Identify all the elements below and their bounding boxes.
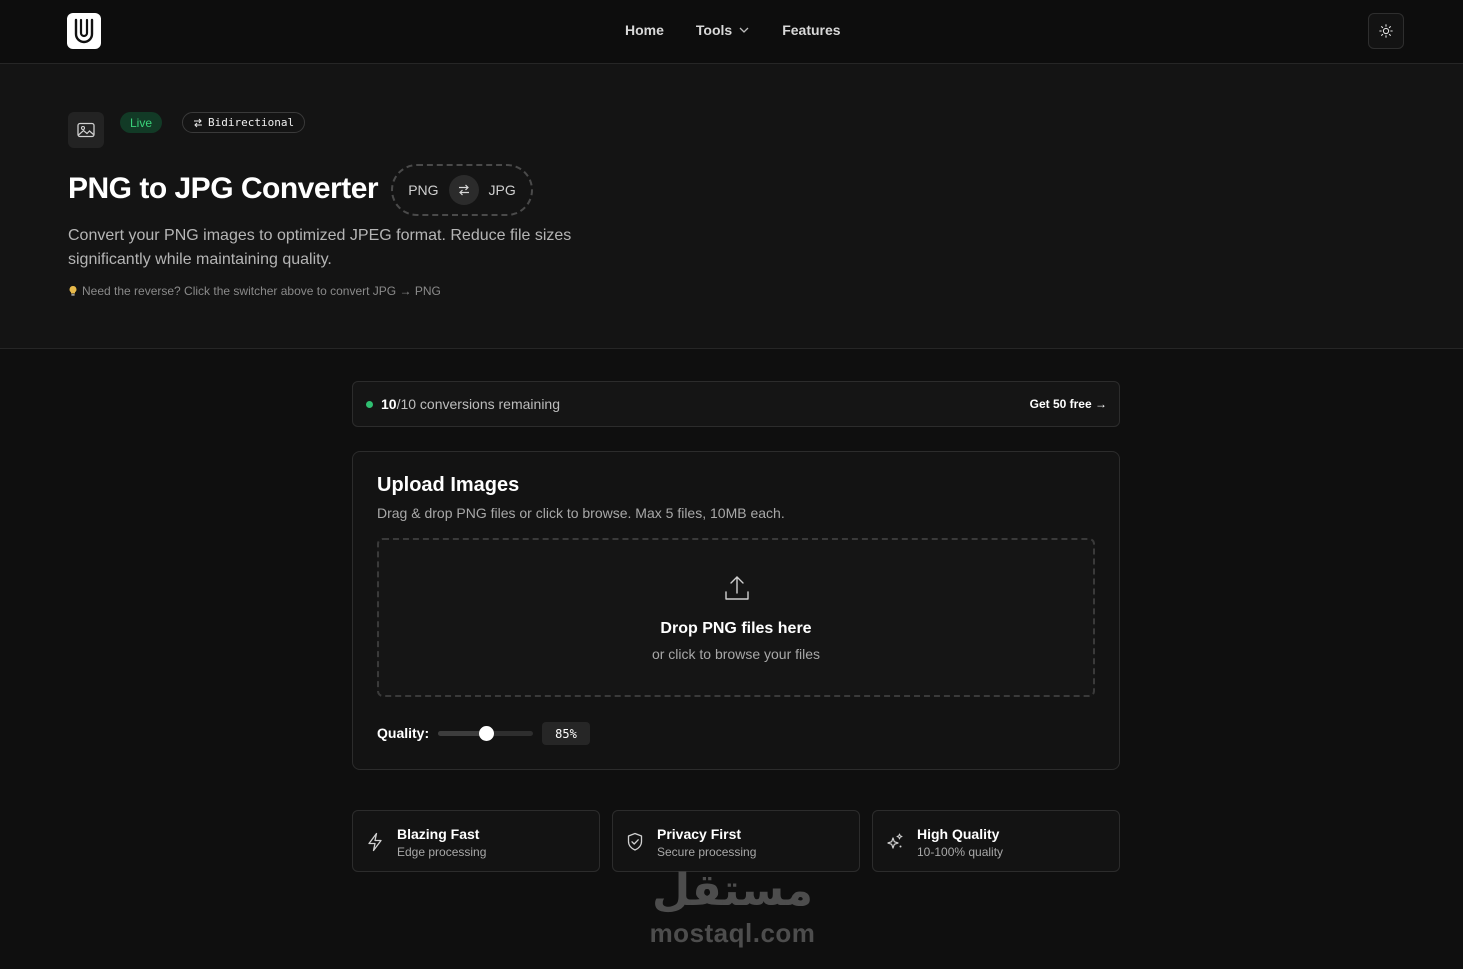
logo-icon [74,18,94,44]
conversions-remaining-bar: 10/10 conversions remaining Get 50 free … [352,381,1120,427]
feature-card-fast: Blazing Fast Edge processing [352,810,600,872]
page-title: PNG to JPG Converter [68,172,379,205]
nav-features[interactable]: Features [782,22,840,38]
hero-section: Live Bidirectional PNG to JPG Converter … [0,64,1463,349]
sparkles-icon [887,833,903,849]
sun-icon [1379,24,1393,38]
nav-home[interactable]: Home [625,22,664,38]
feature-title: Privacy First [657,826,742,842]
quality-slider[interactable] [438,726,533,741]
feature-title: Blazing Fast [397,826,480,842]
watermark-arabic: مستقل [652,865,813,916]
switcher-from-format: PNG [408,182,439,198]
swap-arrows-icon [194,118,202,127]
nav-tools-label: Tools [695,22,733,38]
quality-value: 85% [542,722,590,745]
swap-button[interactable] [448,175,479,205]
watermark: مستقل mostaql.com [640,862,825,946]
image-tool-badge [68,112,104,148]
status-dot [366,401,373,408]
hero-description: Convert your PNG images to optimized JPE… [68,227,572,268]
brand-logo[interactable] [67,13,101,49]
bidirectional-badge: Bidirectional [182,112,306,133]
conversions-count: 10 [381,396,397,412]
switcher-to-format: JPG [488,182,516,198]
shield-check-icon [627,832,643,851]
theme-toggle-button[interactable] [1368,13,1404,49]
feature-subtitle: Secure processing [657,845,757,859]
conversions-remaining-text: 10/10 conversions remaining [381,396,560,412]
file-dropzone[interactable]: Drop PNG files here or click to browse y… [377,538,1095,697]
image-icon [77,122,95,138]
feature-subtitle: Edge processing [397,845,487,859]
lightbulb-icon [69,285,77,296]
reverse-hint: Need the reverse? Click the switcher abo… [68,284,441,298]
live-badge: Live [120,112,163,133]
feature-title: High Quality [917,826,1000,842]
conversions-total: /10 conversions remaining [396,396,560,412]
feature-card-quality: High Quality 10-100% quality [872,810,1120,872]
chevron-down-icon [739,27,749,33]
top-navbar: Home Tools Features [0,0,1463,64]
bidirectional-label: Bidirectional [208,116,295,129]
main-nav: Home Tools Features [625,22,841,38]
lightning-icon [368,832,382,852]
quality-slider-thumb[interactable] [478,726,494,741]
swap-arrows-icon [458,184,469,196]
upload-subtitle: Drag & drop PNG files or click to browse… [377,505,785,521]
upload-card: Upload Images Drag & drop PNG files or c… [352,451,1120,770]
watermark-latin: mostaql.com [649,918,816,948]
format-switcher[interactable]: PNG JPG [391,164,533,216]
dropzone-subtitle: or click to browse your files [651,646,821,662]
reverse-hint-text: Need the reverse? Click the switcher abo… [82,284,441,298]
get-free-link[interactable]: Get 50 free → [1030,397,1107,411]
upload-title: Upload Images [377,474,520,496]
quality-label: Quality: [377,725,430,741]
nav-tools-dropdown[interactable]: Tools [696,22,750,38]
feature-subtitle: 10-100% quality [917,845,1004,859]
upload-icon [725,576,749,600]
dropzone-title: Drop PNG files here [660,620,812,637]
